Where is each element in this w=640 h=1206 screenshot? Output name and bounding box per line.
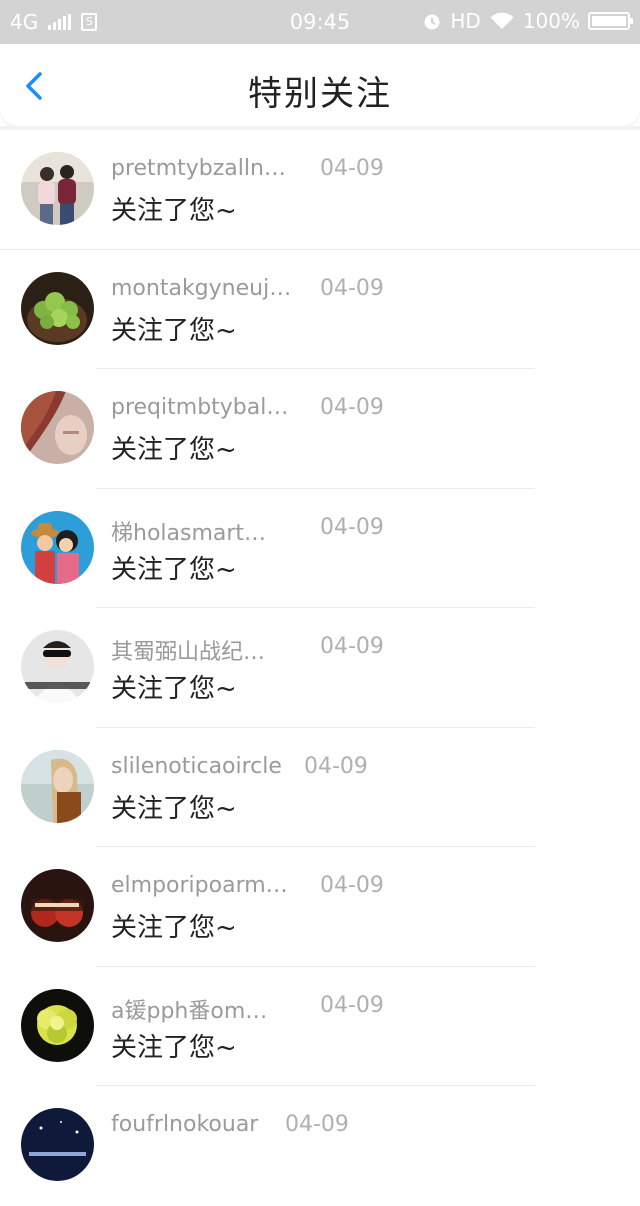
user-name: foufrlnokouar bbox=[111, 1112, 259, 1137]
list-item[interactable]: elmporipoarm… 04-09 关注了您~ bbox=[0, 847, 640, 967]
follow-list: pretmtybzalln… 04-09 关注了您~ montakgyneuj…… bbox=[0, 126, 640, 1206]
avatar[interactable] bbox=[21, 988, 94, 1062]
avatar[interactable] bbox=[21, 749, 94, 823]
avatar[interactable] bbox=[21, 152, 94, 225]
follow-date: 04-09 bbox=[320, 395, 384, 420]
avatar[interactable] bbox=[21, 391, 94, 464]
hd-label: HD bbox=[450, 9, 481, 33]
list-item[interactable]: slilenoticaoircle 04-09 关注了您~ bbox=[0, 727, 640, 847]
follow-message: 关注了您~ bbox=[111, 674, 237, 704]
status-bar: 4G S 09:45 HD 100% bbox=[0, 0, 640, 44]
user-name: 梯holasmart… bbox=[111, 520, 267, 546]
list-item[interactable]: preqitmbtybal… 04-09 关注了您~ bbox=[0, 369, 640, 489]
list-item[interactable]: a锾pph番om… 04-09 关注了您~ bbox=[0, 966, 640, 1086]
follow-date: 04-09 bbox=[320, 634, 384, 659]
user-name: montakgyneuj… bbox=[111, 275, 292, 301]
list-item[interactable]: 其蜀弼山战纪… 04-09 关注了您~ bbox=[0, 608, 640, 728]
follow-message: 关注了您~ bbox=[111, 554, 237, 585]
user-name: preqitmbtybal… bbox=[111, 395, 289, 420]
follow-date: 04-09 bbox=[320, 156, 384, 181]
list-item[interactable]: pretmtybzalln… 04-09 关注了您~ bbox=[0, 130, 640, 250]
avatar[interactable] bbox=[21, 510, 94, 584]
avatar[interactable] bbox=[21, 869, 94, 942]
follow-date: 04-09 bbox=[320, 514, 384, 540]
page-title: 特别关注 bbox=[248, 74, 392, 114]
list-item[interactable]: foufrlnokouar 04-09 bbox=[0, 1086, 640, 1206]
follow-date: 04-09 bbox=[320, 873, 384, 898]
avatar[interactable] bbox=[21, 630, 94, 703]
follow-message: 关注了您~ bbox=[111, 793, 237, 824]
follow-message: 关注了您~ bbox=[111, 315, 237, 346]
nav-bar: 特别关注 bbox=[0, 44, 640, 126]
follow-date: 04-09 bbox=[285, 1112, 349, 1137]
follow-message: 关注了您~ bbox=[111, 1032, 237, 1063]
wifi-icon bbox=[490, 12, 514, 29]
list-item[interactable]: 梯holasmart… 04-09 关注了您~ bbox=[0, 488, 640, 608]
status-right: HD 100% bbox=[422, 9, 633, 33]
follow-message: 关注了您~ bbox=[111, 196, 237, 226]
follow-message: 关注了您~ bbox=[111, 913, 237, 943]
user-name: pretmtybzalln… bbox=[111, 156, 286, 181]
user-name: elmporipoarm… bbox=[111, 873, 288, 898]
battery-fill bbox=[592, 16, 626, 26]
avatar[interactable] bbox=[21, 271, 94, 345]
alarm-icon bbox=[424, 14, 440, 30]
battery-percent: 100% bbox=[522, 9, 580, 33]
follow-date: 04-09 bbox=[320, 992, 384, 1018]
follow-date: 04-09 bbox=[320, 275, 384, 301]
user-name: 其蜀弼山战纪… bbox=[111, 640, 266, 665]
battery-icon bbox=[588, 12, 633, 30]
user-name: a锾pph番om… bbox=[111, 998, 268, 1024]
follow-message: 关注了您~ bbox=[111, 435, 237, 465]
user-name: slilenoticaoircle bbox=[111, 753, 282, 779]
follow-date: 04-09 bbox=[304, 753, 368, 779]
list-item[interactable]: montakgyneuj… 04-09 关注了您~ bbox=[0, 249, 640, 369]
avatar[interactable] bbox=[21, 1108, 94, 1181]
